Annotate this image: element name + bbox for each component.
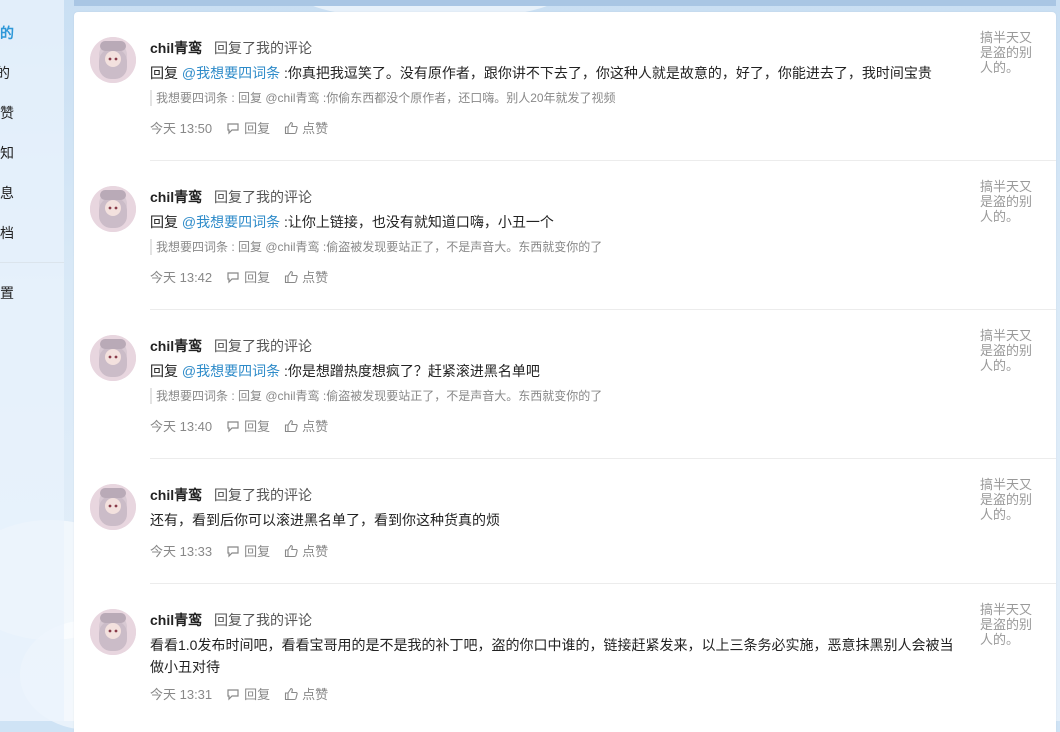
sidebar-item-label: 通知 <box>0 145 14 161</box>
author-name[interactable]: chil青鸾 <box>150 485 202 505</box>
reply-button[interactable]: 回复 <box>226 541 270 560</box>
quoted-comment: 我想要四词条 : 回复 @chil青鸾 :偷盗被发现要站正了，不是声音大。东西就… <box>150 388 956 404</box>
comment-icon <box>227 545 239 557</box>
reply-action-text: 回复了我的评论 <box>214 487 312 503</box>
reply-meta: 今天 13:50 回复 点赞 <box>150 118 342 137</box>
avatar[interactable] <box>90 484 136 530</box>
reply-button[interactable]: 回复 <box>226 118 270 137</box>
original-comment-preview[interactable]: 搞半天又是盗的别人的。 <box>980 602 1044 647</box>
like-button[interactable]: 点赞 <box>284 541 328 560</box>
entry-divider <box>150 160 1056 161</box>
comment-icon <box>227 271 239 283</box>
entry-divider <box>150 583 1056 584</box>
original-comment-preview[interactable]: 搞半天又是盗的别人的。 <box>980 30 1044 75</box>
like-button-label: 点赞 <box>302 687 329 702</box>
thumbs-up-icon <box>285 270 298 283</box>
like-button-label: 点赞 <box>302 270 329 285</box>
thumbs-up-icon <box>285 121 298 134</box>
top-strip <box>74 0 1056 6</box>
reply-content: 看看1.0发布时间吧，看看宝哥用的是不是我的补丁吧，盗的你口中谁的，链接赶紧发来… <box>150 634 958 678</box>
reply-button[interactable]: 回复 <box>226 684 270 703</box>
avatar[interactable] <box>90 335 136 381</box>
author-name[interactable]: chil青鸾 <box>150 38 202 58</box>
reply-content: 还有，看到后你可以滚进黑名单了，看到你这种货真的烦 <box>150 509 958 531</box>
sidebar-item-label: 设置 <box>0 285 14 301</box>
reply-button-label: 回复 <box>244 687 271 702</box>
sidebar-item-label: 存档 <box>0 225 14 241</box>
quoted-comment: 我想要四词条 : 回复 @chil青鸾 :你偷东西都没个原作者，还口嗨。别人20… <box>150 90 956 106</box>
like-button[interactable]: 点赞 <box>284 684 328 703</box>
reply-action-text: 回复了我的评论 <box>214 40 312 56</box>
reply-content: 回复 @我想要四词条 :你是想蹭热度想疯了？赶紧滚进黑名单吧 <box>150 360 958 382</box>
reply-button-label: 回复 <box>244 121 271 136</box>
author-name[interactable]: chil青鸾 <box>150 336 202 356</box>
timestamp: 今天 13:40 <box>150 419 213 434</box>
original-comment-preview[interactable]: 搞半天又是盗的别人的。 <box>980 179 1044 224</box>
reply-meta: 今天 13:33 回复 点赞 <box>150 541 342 560</box>
reply-content: 回复 @我想要四词条 :你真把我逗笑了。没有原作者，跟你讲不下去了，你这种人就是… <box>150 62 958 84</box>
reply-button[interactable]: 回复 <box>226 416 270 435</box>
reply-action-text: 回复了我的评论 <box>214 612 312 628</box>
timestamp: 今天 13:33 <box>150 544 213 559</box>
thumbs-up-icon <box>285 687 298 700</box>
reply-button-label: 回复 <box>244 270 271 285</box>
sidebar: 我的 的 的赞 通知 消息 存档 设置 <box>0 0 64 721</box>
entry-divider <box>150 458 1056 459</box>
author-name[interactable]: chil青鸾 <box>150 610 202 630</box>
like-button-label: 点赞 <box>302 121 329 136</box>
avatar[interactable] <box>90 186 136 232</box>
timestamp: 今天 13:31 <box>150 687 213 702</box>
reply-text: :让你上链接，也没有就知道口嗨，小丑一个 <box>280 214 554 230</box>
sidebar-item-label: 我的 <box>0 25 14 41</box>
reply-prefix: 回复 <box>150 65 182 81</box>
mention-link[interactable]: @我想要四词条 <box>182 214 280 230</box>
mention-link[interactable]: @我想要四词条 <box>182 363 280 379</box>
original-comment-preview[interactable]: 搞半天又是盗的别人的。 <box>980 477 1044 522</box>
reply-text: :你是想蹭热度想疯了？赶紧滚进黑名单吧 <box>280 363 540 379</box>
sidebar-divider <box>0 262 64 263</box>
quoted-comment: 我想要四词条 : 回复 @chil青鸾 :偷盗被发现要站正了，不是声音大。东西就… <box>150 239 956 255</box>
reply-action-text: 回复了我的评论 <box>214 338 312 354</box>
thumbs-up-icon <box>285 419 298 432</box>
reply-content: 回复 @我想要四词条 :让你上链接，也没有就知道口嗨，小丑一个 <box>150 211 958 233</box>
reply-text: 还有，看到后你可以滚进黑名单了，看到你这种货真的烦 <box>150 512 500 528</box>
mention-link[interactable]: @我想要四词条 <box>182 65 280 81</box>
comment-icon <box>227 420 239 432</box>
comment-icon <box>227 688 239 700</box>
like-button-label: 点赞 <box>302 544 329 559</box>
like-button[interactable]: 点赞 <box>284 267 328 286</box>
reply-meta: 今天 13:31 回复 点赞 <box>150 684 342 703</box>
sidebar-item-label: 的 <box>0 65 10 81</box>
timestamp: 今天 13:50 <box>150 121 213 136</box>
reply-action-text: 回复了我的评论 <box>214 189 312 205</box>
avatar[interactable] <box>90 37 136 83</box>
entry-divider <box>150 309 1056 310</box>
reply-button-label: 回复 <box>244 544 271 559</box>
reply-prefix: 回复 <box>150 363 182 379</box>
thumbs-up-icon <box>285 544 298 557</box>
timestamp: 今天 13:42 <box>150 270 213 285</box>
original-comment-preview[interactable]: 搞半天又是盗的别人的。 <box>980 328 1044 373</box>
reply-meta: 今天 13:40 回复 点赞 <box>150 416 342 435</box>
like-button[interactable]: 点赞 <box>284 416 328 435</box>
sidebar-item-label: 的赞 <box>0 105 14 121</box>
like-button[interactable]: 点赞 <box>284 118 328 137</box>
sidebar-item-label: 消息 <box>0 185 14 201</box>
avatar[interactable] <box>90 609 136 655</box>
author-name[interactable]: chil青鸾 <box>150 187 202 207</box>
reply-list-panel: chil青鸾 回复了我的评论 回复 @我想要四词条 :你真把我逗笑了。没有原作者… <box>74 12 1056 732</box>
reply-meta: 今天 13:42 回复 点赞 <box>150 267 342 286</box>
reply-prefix: 回复 <box>150 214 182 230</box>
reply-button[interactable]: 回复 <box>226 267 270 286</box>
reply-button-label: 回复 <box>244 419 271 434</box>
reply-text: 看看1.0发布时间吧，看看宝哥用的是不是我的补丁吧，盗的你口中谁的，链接赶紧发来… <box>150 637 954 675</box>
comment-icon <box>227 122 239 134</box>
reply-text: :你真把我逗笑了。没有原作者，跟你讲不下去了，你这种人就是故意的，好了，你能进去… <box>280 65 932 81</box>
like-button-label: 点赞 <box>302 419 329 434</box>
